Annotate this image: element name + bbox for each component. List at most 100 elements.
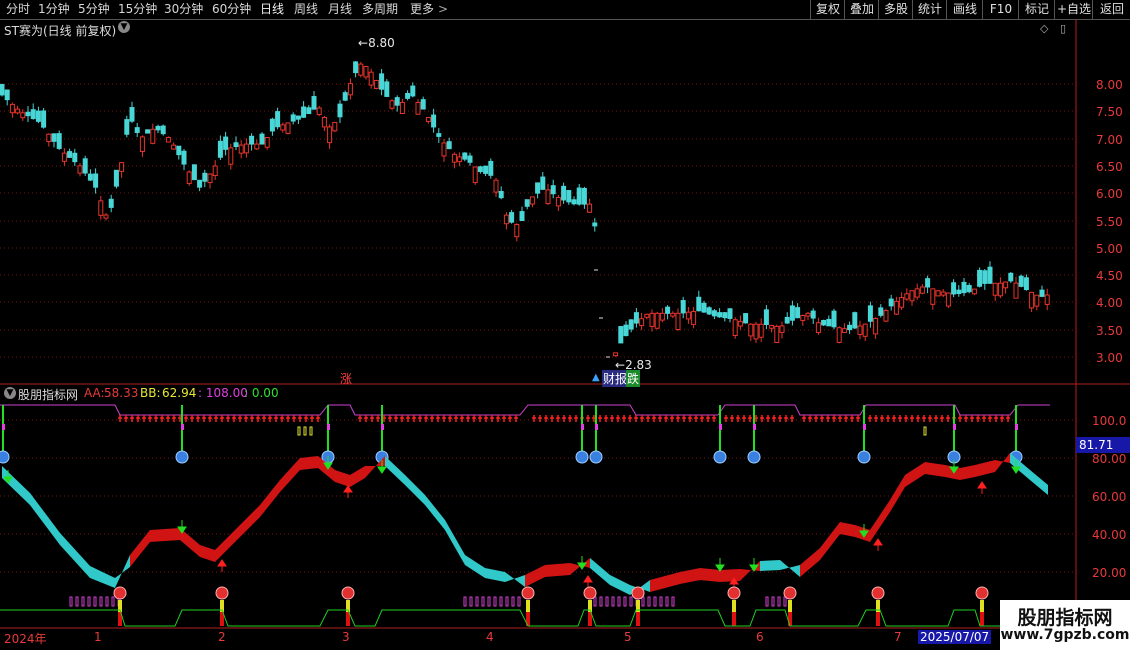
red-ball-icon [341,586,355,600]
overlay-button[interactable]: 叠加 [844,0,879,19]
candle-body [623,324,629,337]
candle-body [46,133,52,142]
tab-daily[interactable]: 日线 [260,0,284,19]
candle-body [254,143,260,150]
indicator-chevron-icon[interactable]: ▼ [4,387,16,399]
bb-value: 62.94 [162,386,197,400]
tab-monthly[interactable]: 月线 [328,0,352,19]
ribbon-segment [545,563,570,577]
candle-body [888,298,894,307]
candle-body [363,66,369,78]
candle-body [930,288,936,305]
back-button[interactable]: 返回 [1092,0,1130,19]
candle-body [420,99,426,110]
candle-body [25,111,31,117]
ind-y-tick: 40.00 [1092,528,1127,542]
candle-body [446,141,452,150]
candle-body [867,305,873,322]
red-ball-icon [583,586,597,600]
tab-fenshi[interactable]: 分时 [6,0,30,19]
candle-body [67,151,73,158]
signal-spike-mid [953,424,956,430]
diamond-icon[interactable]: ◇ [1040,22,1048,35]
tab-5min[interactable]: 5分钟 [78,0,110,19]
multi-stock-button[interactable]: 多股 [878,0,913,19]
draw-line-button[interactable]: 画线 [946,0,983,19]
candle-body [805,312,811,317]
tab-60min[interactable]: 60分钟 [212,0,251,19]
die-tag[interactable]: 跌 [626,370,641,387]
candle-body [956,289,962,295]
tab-1min[interactable]: 1分钟 [38,0,70,19]
candle-body [373,79,379,89]
candle-body [836,327,842,343]
blue-ball-icon [589,450,603,464]
candle-body [9,103,15,114]
caibao-tag[interactable]: 财报 [602,370,629,387]
candle-body [561,185,567,201]
candle-body [519,211,525,222]
red-ball-icon [631,586,645,600]
tab-30min[interactable]: 30分钟 [164,0,203,19]
y-tick: 5.50 [1096,215,1123,229]
candle-body [145,129,151,134]
tab-15min[interactable]: 15分钟 [118,0,157,19]
more-arrow-icon[interactable]: > [438,0,448,19]
ind-y-tick: 80.00 [1092,452,1127,466]
candle-body [155,125,161,131]
candle-body [1018,275,1024,287]
candle-body [483,165,489,174]
candle-body [457,156,463,163]
candle-body [295,115,301,120]
statistics-button[interactable]: 统计 [912,0,947,19]
aa-value: 58.33 [104,386,139,400]
tab-multi-period[interactable]: 多周期 [362,0,398,19]
ind-y-tick: 60.00 [1092,490,1127,504]
candle-body [852,312,858,329]
candle-body [379,73,385,90]
window-toggle-icon[interactable]: ▯ [1060,22,1066,35]
triangle-up-icon: ▲ [592,372,600,383]
red-ball-icon [975,586,989,600]
candle-body [311,96,317,110]
fuquan-button[interactable]: 复权 [810,0,845,19]
candle-body [711,310,717,317]
watermark-title: 股朋指标网 [1017,607,1113,629]
candle-body [774,325,780,344]
candle-body [862,323,868,337]
f10-button[interactable]: F10 [982,0,1019,19]
y-tick: 8.00 [1096,78,1123,92]
tab-weekly[interactable]: 周线 [294,0,318,19]
candle-body [4,89,10,101]
candle-body [706,307,712,315]
candle-body [524,199,530,207]
candle-body [493,179,499,193]
zhang-tag[interactable]: 涨 [340,370,352,387]
indicator-name[interactable]: 股朋指标网 [18,386,78,403]
mark-button[interactable]: 标记 [1018,0,1055,19]
candle-body [701,302,707,313]
candle-body [951,282,957,295]
candle-body [243,143,249,154]
candle-body [732,319,738,337]
candle-body [784,316,790,324]
candle-body [925,278,931,288]
candle-body [181,150,187,165]
candle-body [399,101,405,115]
tab-more[interactable]: 更多 [410,0,434,19]
candle-body [878,307,884,316]
candle-body [134,127,140,133]
candle-body [93,173,99,188]
kline-chart-area[interactable] [0,20,1130,650]
candle-body [332,121,338,132]
chevron-down-icon[interactable]: ▼ [118,21,130,33]
candle-body [405,92,411,99]
candle-body [961,281,967,294]
aa-label: AA: [84,386,105,400]
candle-body [87,173,93,181]
add-favorite-button[interactable]: +自选 [1054,0,1093,19]
y-tick: 6.50 [1096,160,1123,174]
candle-body [35,110,41,122]
candle-body [992,282,998,296]
candle-body [919,286,925,294]
